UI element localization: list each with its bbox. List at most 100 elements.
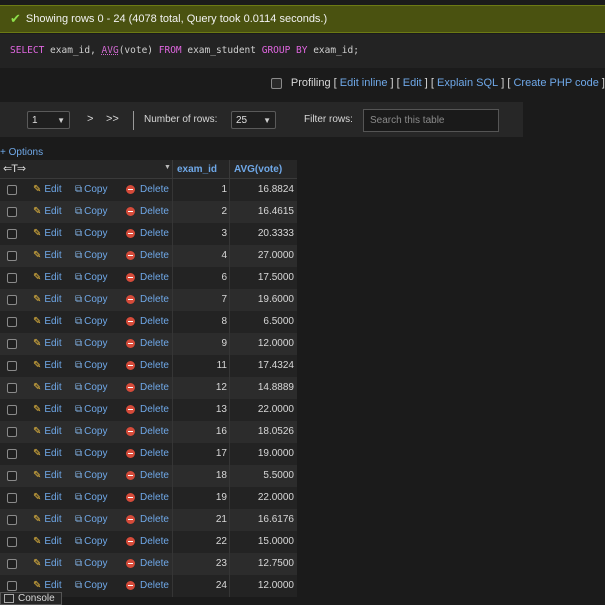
delete-button[interactable]: Delete — [126, 382, 169, 393]
last-page-button[interactable]: >> — [106, 113, 119, 125]
delete-button[interactable]: Delete — [126, 404, 169, 415]
cell-exam-id[interactable]: 24 — [216, 580, 227, 591]
copy-button[interactable]: ⧉ Copy — [75, 426, 108, 437]
create-php-code-link[interactable]: Create PHP code — [513, 77, 598, 89]
sort-chevron-icon[interactable]: ▼ — [164, 164, 171, 171]
cell-exam-id[interactable]: 8 — [221, 316, 227, 327]
row-checkbox[interactable] — [7, 493, 17, 503]
row-checkbox[interactable] — [7, 471, 17, 481]
copy-button[interactable]: ⧉ Copy — [75, 206, 108, 217]
cell-exam-id[interactable]: 18 — [216, 470, 227, 481]
cell-avg-vote[interactable]: 22.0000 — [258, 492, 294, 503]
cell-exam-id[interactable]: 12 — [216, 382, 227, 393]
row-checkbox[interactable] — [7, 559, 17, 569]
copy-button[interactable]: ⧉ Copy — [75, 536, 108, 547]
copy-button[interactable]: ⧉ Copy — [75, 514, 108, 525]
cell-avg-vote[interactable]: 16.6176 — [258, 514, 294, 525]
column-header-exam-id[interactable]: exam_id — [177, 164, 217, 175]
row-checkbox[interactable] — [7, 295, 17, 305]
delete-button[interactable]: Delete — [126, 558, 169, 569]
cell-avg-vote[interactable]: 16.4615 — [258, 206, 294, 217]
sql-function-avg[interactable]: AVG — [102, 45, 119, 56]
row-checkbox[interactable] — [7, 251, 17, 261]
edit-button[interactable]: ✎ Edit — [33, 206, 62, 217]
cell-avg-vote[interactable]: 14.8889 — [258, 382, 294, 393]
copy-button[interactable]: ⧉ Copy — [75, 338, 108, 349]
row-checkbox[interactable] — [7, 317, 17, 327]
cell-avg-vote[interactable]: 5.5000 — [263, 470, 294, 481]
delete-button[interactable]: Delete — [126, 492, 169, 503]
cell-avg-vote[interactable]: 12.7500 — [258, 558, 294, 569]
row-checkbox[interactable] — [7, 361, 17, 371]
row-checkbox[interactable] — [7, 515, 17, 525]
cell-avg-vote[interactable]: 17.4324 — [258, 360, 294, 371]
edit-button[interactable]: ✎ Edit — [33, 426, 62, 437]
next-page-button[interactable]: > — [87, 113, 93, 125]
cell-exam-id[interactable]: 16 — [216, 426, 227, 437]
cell-exam-id[interactable]: 4 — [221, 250, 227, 261]
row-checkbox[interactable] — [7, 207, 17, 217]
row-checkbox[interactable] — [7, 427, 17, 437]
edit-button[interactable]: ✎ Edit — [33, 184, 62, 195]
edit-button[interactable]: ✎ Edit — [33, 558, 62, 569]
delete-button[interactable]: Delete — [126, 426, 169, 437]
cell-avg-vote[interactable]: 20.3333 — [258, 228, 294, 239]
edit-button[interactable]: ✎ Edit — [33, 316, 62, 327]
row-checkbox[interactable] — [7, 185, 17, 195]
row-checkbox[interactable] — [7, 339, 17, 349]
page-select[interactable]: 1 ▼ — [27, 111, 70, 129]
copy-button[interactable]: ⧉ Copy — [75, 272, 108, 283]
column-header-avg-vote[interactable]: AVG(vote) — [234, 164, 282, 175]
copy-button[interactable]: ⧉ Copy — [75, 558, 108, 569]
cell-exam-id[interactable]: 23 — [216, 558, 227, 569]
cell-avg-vote[interactable]: 18.0526 — [258, 426, 294, 437]
copy-button[interactable]: ⧉ Copy — [75, 294, 108, 305]
row-checkbox[interactable] — [7, 229, 17, 239]
delete-button[interactable]: Delete — [126, 470, 169, 481]
cell-exam-id[interactable]: 13 — [216, 404, 227, 415]
cell-exam-id[interactable]: 2 — [221, 206, 227, 217]
cell-avg-vote[interactable]: 19.0000 — [258, 448, 294, 459]
filter-rows-input[interactable]: Search this table — [363, 109, 499, 132]
cell-avg-vote[interactable]: 15.0000 — [258, 536, 294, 547]
delete-button[interactable]: Delete — [126, 184, 169, 195]
copy-button[interactable]: ⧉ Copy — [75, 360, 108, 371]
row-checkbox[interactable] — [7, 449, 17, 459]
edit-button[interactable]: ✎ Edit — [33, 492, 62, 503]
edit-query-link[interactable]: Edit — [403, 77, 422, 89]
copy-button[interactable]: ⧉ Copy — [75, 448, 108, 459]
delete-button[interactable]: Delete — [126, 250, 169, 261]
sql-query-box[interactable]: SELECT exam_id, AVG(vote) FROM exam_stud… — [0, 34, 605, 68]
copy-button[interactable]: ⧉ Copy — [75, 250, 108, 261]
delete-button[interactable]: Delete — [126, 206, 169, 217]
edit-button[interactable]: ✎ Edit — [33, 404, 62, 415]
row-checkbox[interactable] — [7, 537, 17, 547]
delete-button[interactable]: Delete — [126, 536, 169, 547]
edit-button[interactable]: ✎ Edit — [33, 250, 62, 261]
column-resize-icon[interactable]: ⇐T⇒ — [3, 162, 26, 175]
delete-button[interactable]: Delete — [126, 316, 169, 327]
copy-button[interactable]: ⧉ Copy — [75, 382, 108, 393]
cell-avg-vote[interactable]: 12.0000 — [258, 338, 294, 349]
cell-avg-vote[interactable]: 12.0000 — [258, 580, 294, 591]
edit-button[interactable]: ✎ Edit — [33, 580, 62, 591]
rows-count-select[interactable]: 25 ▼ — [231, 111, 276, 129]
edit-button[interactable]: ✎ Edit — [33, 382, 62, 393]
cell-exam-id[interactable]: 7 — [221, 294, 227, 305]
explain-sql-link[interactable]: Explain SQL — [437, 77, 498, 89]
delete-button[interactable]: Delete — [126, 228, 169, 239]
delete-button[interactable]: Delete — [126, 360, 169, 371]
copy-button[interactable]: ⧉ Copy — [75, 580, 108, 591]
cell-exam-id[interactable]: 9 — [221, 338, 227, 349]
edit-button[interactable]: ✎ Edit — [33, 470, 62, 481]
edit-button[interactable]: ✎ Edit — [33, 514, 62, 525]
cell-avg-vote[interactable]: 22.0000 — [258, 404, 294, 415]
copy-button[interactable]: ⧉ Copy — [75, 404, 108, 415]
delete-button[interactable]: Delete — [126, 338, 169, 349]
cell-exam-id[interactable]: 3 — [221, 228, 227, 239]
delete-button[interactable]: Delete — [126, 272, 169, 283]
copy-button[interactable]: ⧉ Copy — [75, 184, 108, 195]
cell-exam-id[interactable]: 11 — [217, 360, 227, 371]
cell-exam-id[interactable]: 19 — [216, 492, 227, 503]
profiling-checkbox[interactable] — [270, 77, 282, 89]
